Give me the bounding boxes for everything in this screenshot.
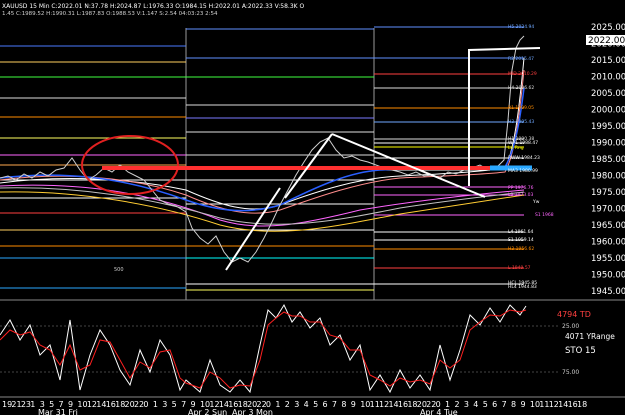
price-tick-label: 1995.00 [591,122,625,132]
volume-marker-label: 500 [114,267,124,273]
oscillator-yrange-label: 4071 YRange [565,332,615,341]
time-tick-label: 3 [464,400,469,409]
price-tick-label: 2015.00 [591,56,625,66]
level-label: L3 1973.03 [508,192,534,198]
price-tick-label: 1985.00 [591,155,625,165]
price-chart[interactable]: XAUUSD 15 Min C:2022.01 N:37.78 H:2024.8… [0,0,625,415]
time-tick-label: 2 [285,400,290,409]
time-tick-label: 7 [502,400,507,409]
price-tick-label: 2000.00 [591,106,625,116]
time-tick-label: 7 [181,400,186,409]
price-tick-label: 1945.00 [591,287,625,297]
oscillator-td-label: 4794 TD [557,310,591,319]
date-label: Apr 2 Sun [188,408,227,415]
date-label: Apr 4 Tue [420,408,458,415]
time-tick-label: 6 [492,400,497,409]
time-tick-label: 1 [275,400,280,409]
time-tick-label: 3 [162,400,167,409]
price-tick-label: 1980.00 [591,172,625,182]
time-tick-label: 9 [520,400,525,409]
time-tick-label: 0 [143,400,148,409]
time-tick-label: 7 [332,400,337,409]
price-tick-label: 2005.00 [591,89,625,99]
level-label: L4 1961.64 [508,229,534,235]
level-label: H4 2006.62 [508,85,534,91]
level-label: Yw [532,199,540,205]
level-label: H3 1995.43 [508,119,534,125]
oscillator-upper-level: 25.00 [562,323,579,330]
price-tick-label: 2010.00 [591,73,625,83]
date-label: Mar 31 Fri [38,408,78,415]
time-tick-label: 6 [322,400,327,409]
time-tick-label: 4 [473,400,478,409]
date-label: Apr 3 Mon [232,408,273,415]
price-axis: 2025.002020.002015.002010.002005.002000.… [591,23,625,297]
level-label: RWW 1984.23 [508,155,540,161]
header-quote-line: XAUUSD 15 Min C:2022.01 N:37.78 H:2024.8… [2,3,304,10]
level-label: H3 1956.62 [508,246,534,252]
header-bar-line: 1.45 C:1989.52 H:1990.31 L:1987.83 O:198… [2,11,218,17]
last-price-label: 2022.00 [588,36,625,46]
level-label: MA3 1980.99 [508,168,538,174]
time-tick-label: 1 [153,400,158,409]
price-tick-label: 1960.00 [591,238,625,248]
price-tick-label: 1955.00 [591,254,625,264]
price-tick-label: 1965.00 [591,221,625,231]
time-tick-label: 4 [304,400,309,409]
price-tick-label: 1950.00 [591,271,625,281]
level-label: R2 2015.47 [508,56,534,62]
time-tick-label: 18 [577,400,587,409]
time-tick-label: 5 [313,400,318,409]
price-tick-label: 1990.00 [591,139,625,149]
time-tick-label: 5 [483,400,488,409]
level-label: S1 1968 [535,212,554,218]
oscillator-lower-level: 75.00 [562,369,579,376]
level-label: PP 1976.76 [508,185,534,191]
time-tick-label: 1 [30,400,35,409]
level-label: H5 2024.94 [508,24,534,30]
level-label: S1 1959.14 [508,237,534,243]
level-label: R1 1999.05 [508,105,534,111]
time-tick-label: 5 [172,400,177,409]
time-tick-label: 3 [294,400,299,409]
oscillator-sto-label: STO 15 [565,346,596,356]
time-tick-label: 8 [511,400,516,409]
level-label: MID 2010.29 [508,71,537,77]
price-tick-label: 1975.00 [591,188,625,198]
price-tick-label: 2025.00 [591,23,625,33]
level-label: HL4 1944.83 [508,284,537,290]
time-tick-label: 8 [341,400,346,409]
price-tick-label: 1970.00 [591,205,625,215]
time-tick-label: 9 [351,400,356,409]
level-label: L 1949.57 [508,265,531,271]
level-label: L4 Rng [508,145,524,151]
